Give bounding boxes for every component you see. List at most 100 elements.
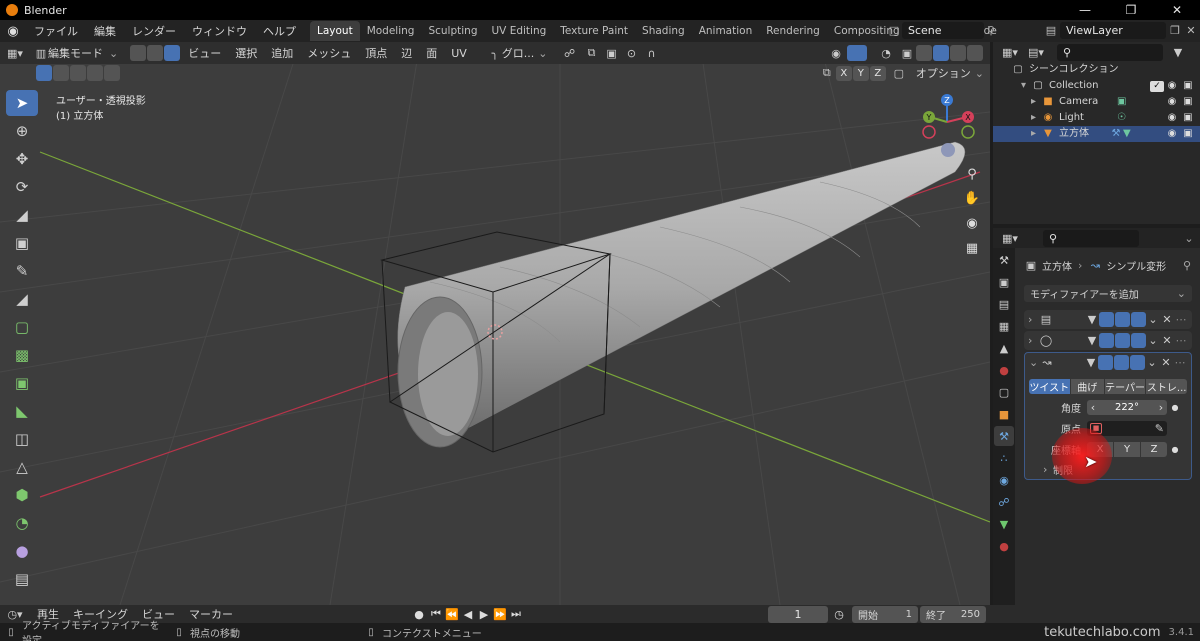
expand-icon[interactable]: › (1028, 313, 1038, 326)
edit-mode-toggle-icon[interactable]: ▼ (1085, 313, 1099, 326)
tab-twist[interactable]: ツイスト (1029, 378, 1070, 394)
eyedropper-icon[interactable]: ✎ (1155, 422, 1164, 435)
outliner-editor-icon[interactable]: ▦▾ (997, 46, 1023, 59)
angle-field[interactable]: ‹ 222° › (1087, 399, 1167, 415)
maximize-icon[interactable]: ❐ (1108, 3, 1154, 17)
expand-icon[interactable]: ▸ (1031, 110, 1041, 126)
menu-render[interactable]: レンダー (124, 23, 184, 39)
face-select-button[interactable] (164, 45, 181, 61)
snap-icon[interactable]: ⧉ (582, 46, 602, 60)
mirror-z-button[interactable]: Z (869, 65, 886, 81)
simple-deform-header[interactable]: ⌄ ↝ ▼ ⌄ ✕ ⋯ (1025, 353, 1191, 372)
scene-name-field[interactable]: Scene (902, 22, 984, 39)
eye-icon[interactable]: ◉ (1164, 94, 1180, 110)
measure-tool[interactable]: ◢ (6, 286, 38, 312)
menu-vertex[interactable]: 頂点 (358, 45, 394, 61)
render-toggle-button[interactable] (1130, 355, 1145, 370)
drag-handle-icon[interactable]: ⋯ (1174, 313, 1188, 326)
tab-texture-paint[interactable]: Texture Paint (553, 21, 635, 41)
rendered-shading-button[interactable] (967, 45, 983, 61)
cage-toggle-button[interactable] (1098, 355, 1113, 370)
menu-help[interactable]: ヘルプ (255, 23, 304, 39)
bevel-tool[interactable]: ◣ (6, 398, 38, 424)
viewport-toggle-button[interactable] (1114, 355, 1129, 370)
eye-icon[interactable]: ◉ (1164, 78, 1180, 94)
cursor-tool[interactable]: ⊕ (6, 118, 38, 144)
outliner-row-collection[interactable]: ▾ ▢ Collection ✓ ◉ ▣ (993, 78, 1200, 94)
menu-select[interactable]: 選択 (228, 45, 264, 61)
prev-keyframe-icon[interactable]: ⏪ (444, 608, 460, 621)
inset-tool[interactable]: ▣ (6, 370, 38, 396)
snap-target-icon[interactable]: ▣ (602, 47, 622, 60)
intersect-selection-button[interactable] (104, 65, 120, 81)
collapse-chevron-icon[interactable]: ⌄ (1182, 232, 1196, 245)
expand-icon[interactable]: ▸ (1031, 126, 1041, 142)
menu-uv[interactable]: UV (444, 47, 474, 60)
modifier-tab[interactable]: ⚒ (994, 426, 1014, 446)
editor-type-icon[interactable]: ▦▾ (0, 47, 30, 60)
tab-bend[interactable]: 曲げ (1070, 378, 1104, 394)
constraints-tab[interactable]: ☍ (994, 492, 1014, 512)
eye-icon[interactable]: ◉ (1164, 110, 1180, 126)
render-toggle-button[interactable] (1131, 312, 1146, 327)
render-camera-icon[interactable]: ▣ (1180, 126, 1196, 142)
scene-tab[interactable]: ▲ (994, 338, 1014, 358)
navigation-gizmo[interactable]: Z Y X (915, 92, 980, 142)
remove-view-layer-icon[interactable]: ✕ (1184, 24, 1198, 37)
menu-mesh[interactable]: メッシュ (300, 45, 358, 61)
tab-taper[interactable]: テーパー (1104, 378, 1146, 394)
stopwatch-icon[interactable]: ◷ (828, 608, 850, 621)
play-reverse-icon[interactable]: ◀ (460, 608, 476, 621)
chevron-down-icon[interactable]: ⌄ (1146, 313, 1160, 326)
collapse-icon[interactable]: ⌄ (1029, 356, 1039, 369)
play-icon[interactable]: ▶ (476, 608, 492, 621)
difference-selection-button[interactable] (87, 65, 103, 81)
add-cube-tool[interactable]: ▢ (6, 314, 38, 340)
drag-handle-icon[interactable]: ⋯ (1174, 334, 1188, 347)
xray-icon[interactable]: ▣ (898, 47, 916, 60)
remove-modifier-icon[interactable]: ✕ (1159, 356, 1173, 369)
expand-icon[interactable]: ▸ (1031, 94, 1041, 110)
overlay-icon[interactable]: ◔ (874, 47, 898, 60)
decrement-icon[interactable]: ‹ (1087, 401, 1099, 414)
zoom-icon[interactable]: ⚲ (962, 162, 982, 186)
outliner-row-camera[interactable]: ▸ ■ Camera ▣ ◉ ▣ (993, 94, 1200, 110)
keyframe-dot-icon[interactable]: ● (1167, 445, 1183, 454)
collection-tab[interactable]: ▢ (994, 382, 1014, 402)
current-frame-field[interactable]: 1 (768, 605, 828, 623)
blender-menu-icon[interactable]: ◉ (0, 24, 26, 39)
chevron-down-icon[interactable]: ⌄ (1145, 356, 1159, 369)
material-shading-button[interactable] (950, 45, 966, 61)
add-modifier-dropdown[interactable]: モディファイアーを追加 ⌄ (1024, 285, 1192, 302)
drag-handle-icon[interactable]: ⋯ (1173, 356, 1187, 369)
start-frame-field[interactable]: 開始 1 (852, 605, 918, 623)
viewport-toggle-button[interactable] (1115, 333, 1130, 348)
rotate-tool[interactable]: ⟳ (6, 174, 38, 200)
close-icon[interactable]: ✕ (1154, 3, 1200, 17)
output-tab[interactable]: ▤ (994, 294, 1014, 314)
edge-slide-tool[interactable]: ▤ (6, 566, 38, 592)
mirror-y-button[interactable]: Y (852, 65, 869, 81)
menu-file[interactable]: ファイル (26, 23, 86, 39)
axis-z-button[interactable]: Z (1141, 441, 1167, 457)
tab-uv-editing[interactable]: UV Editing (485, 21, 554, 41)
view-layer-selector[interactable]: ▤ ViewLayer ❐ ✕ (1042, 22, 1198, 39)
axis-y-button[interactable]: Y (1114, 441, 1140, 457)
proportional-edit-icon[interactable]: ⊙ (622, 47, 642, 60)
outliner-row-light[interactable]: ▸ ◉ Light ☉ ◉ ▣ (993, 110, 1200, 126)
edit-mode-toggle-icon[interactable]: ▼ (1084, 356, 1098, 369)
tab-rendering[interactable]: Rendering (759, 21, 827, 41)
particles-tab[interactable]: ∴ (994, 448, 1014, 468)
data-tab[interactable]: ▼ (994, 514, 1014, 534)
new-selection-button[interactable] (36, 65, 52, 81)
scene-selector[interactable]: □ Scene ⚲ (886, 22, 998, 39)
render-toggle-button[interactable] (1131, 333, 1146, 348)
menu-window[interactable]: ウィンドウ (184, 23, 255, 39)
tab-stretch[interactable]: ストレ... (1146, 378, 1187, 394)
knife-tool[interactable]: △ (6, 454, 38, 480)
wireframe-shading-button[interactable] (916, 45, 932, 61)
3d-viewport[interactable] (0, 42, 990, 605)
visibility-icon[interactable]: ◉ (825, 47, 847, 60)
object-tab[interactable]: ■ (994, 404, 1014, 424)
jump-end-icon[interactable]: ⏭ (508, 607, 524, 621)
